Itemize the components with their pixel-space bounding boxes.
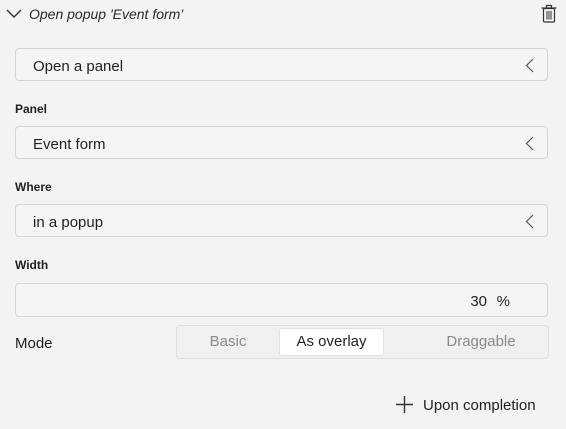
mode-option-as-overlay[interactable]: As overlay <box>279 328 384 356</box>
upon-completion-label: Upon completion <box>423 397 536 414</box>
width-value: 30 <box>470 293 487 310</box>
mode-label: Mode <box>15 335 53 352</box>
where-label: Where <box>15 180 52 194</box>
chevron-left-icon <box>525 214 534 229</box>
chevron-down-icon[interactable] <box>6 9 22 19</box>
mode-option-basic[interactable]: Basic <box>178 328 278 356</box>
action-header: Open popup 'Event form' <box>0 0 566 30</box>
panel-select[interactable]: Event form <box>15 126 548 159</box>
plus-icon <box>396 396 413 413</box>
width-input[interactable]: 30 % <box>15 283 548 317</box>
panel-value: Event form <box>33 136 106 153</box>
where-select[interactable]: in a popup <box>15 204 548 237</box>
panel-label: Panel <box>15 102 48 116</box>
trash-icon[interactable] <box>541 4 557 23</box>
mode-option-draggable[interactable]: Draggable <box>417 328 545 356</box>
mode-segmented-control: Basic As overlay Draggable <box>176 325 549 359</box>
chevron-left-icon <box>525 58 534 73</box>
width-label: Width <box>15 258 49 272</box>
chevron-left-icon <box>525 136 534 151</box>
action-title: Open popup 'Event form' <box>29 6 183 22</box>
action-type-value: Open a panel <box>33 58 124 75</box>
where-value: in a popup <box>33 214 104 231</box>
width-unit: % <box>496 293 510 310</box>
action-type-select[interactable]: Open a panel <box>15 48 548 81</box>
